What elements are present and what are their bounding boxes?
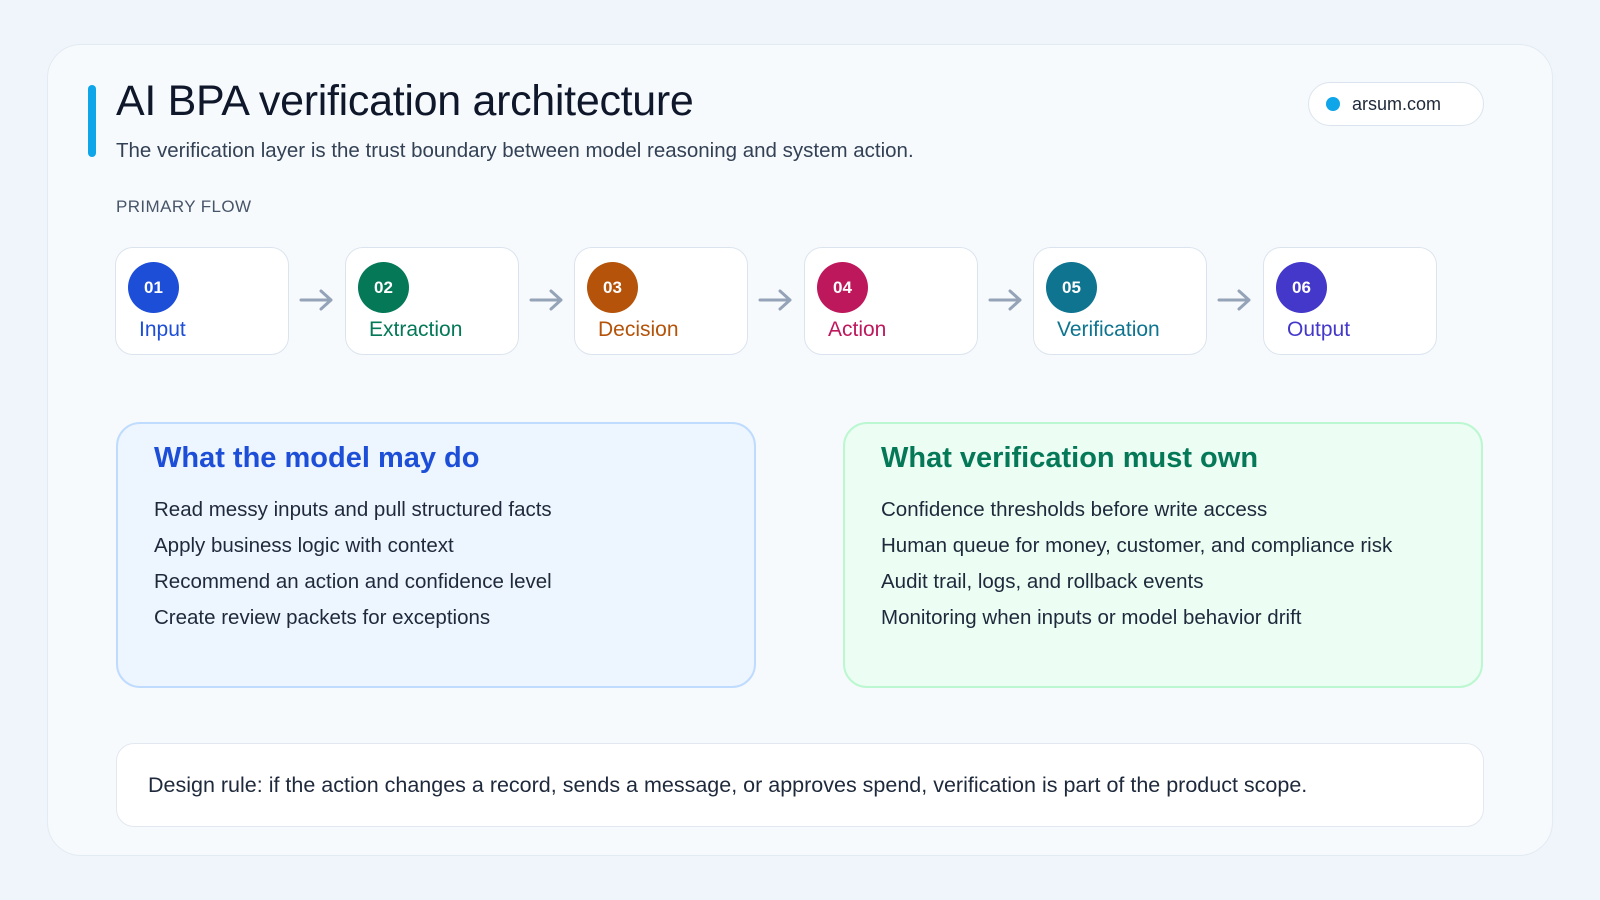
flow-arrow-icon bbox=[758, 289, 792, 311]
design-rule-callout: Design rule: if the action changes a rec… bbox=[116, 743, 1484, 827]
flow-step-output: 06 Output bbox=[1263, 247, 1437, 355]
list-item: Monitoring when inputs or model behavior… bbox=[881, 606, 1302, 629]
site-badge[interactable]: arsum.com bbox=[1308, 82, 1484, 126]
step-label: Input bbox=[139, 318, 186, 341]
site-label: arsum.com bbox=[1352, 93, 1442, 114]
list-item: Read messy inputs and pull structured fa… bbox=[154, 498, 552, 521]
site-dot-icon bbox=[1326, 97, 1340, 111]
page-title: AI BPA verification architecture bbox=[116, 77, 694, 125]
step-label: Action bbox=[828, 318, 887, 341]
list-item: Create review packets for exceptions bbox=[154, 606, 491, 629]
flow-step-action: 04 Action bbox=[804, 247, 978, 355]
page-subtitle: The verification layer is the trust boun… bbox=[116, 139, 914, 162]
model-capabilities-panel: What the model may do Read messy inputs … bbox=[116, 422, 756, 688]
design-rule-text: Design rule: if the action changes a rec… bbox=[148, 772, 1308, 797]
step-label: Verification bbox=[1057, 318, 1160, 341]
model-capabilities-list: Read messy inputs and pull structured fa… bbox=[154, 492, 552, 636]
flow-arrow-icon bbox=[1217, 289, 1251, 311]
step-number-badge: 06 bbox=[1276, 262, 1327, 313]
title-accent-bar bbox=[88, 85, 96, 157]
step-number-badge: 02 bbox=[358, 262, 409, 313]
verification-responsibilities-list: Confidence thresholds before write acces… bbox=[881, 492, 1392, 636]
flow-step-decision: 03 Decision bbox=[574, 247, 748, 355]
step-label: Decision bbox=[598, 318, 679, 341]
step-number-badge: 03 bbox=[587, 262, 638, 313]
flow-step-extraction: 02 Extraction bbox=[345, 247, 519, 355]
list-item: Audit trail, logs, and rollback events bbox=[881, 570, 1204, 593]
primary-flow-label: PRIMARY FLOW bbox=[116, 197, 252, 216]
verification-panel-title: What verification must own bbox=[881, 442, 1259, 474]
model-panel-title: What the model may do bbox=[154, 442, 480, 474]
list-item: Apply business logic with context bbox=[154, 534, 454, 557]
list-item: Recommend an action and confidence level bbox=[154, 570, 552, 593]
list-item: Confidence thresholds before write acces… bbox=[881, 498, 1268, 521]
step-label: Extraction bbox=[369, 318, 463, 341]
list-item: Human queue for money, customer, and com… bbox=[881, 534, 1393, 557]
step-number-badge: 01 bbox=[128, 262, 179, 313]
flow-step-verification: 05 Verification bbox=[1033, 247, 1207, 355]
flow-step-input: 01 Input bbox=[115, 247, 289, 355]
step-number-badge: 05 bbox=[1046, 262, 1097, 313]
architecture-card: AI BPA verification architecture The ver… bbox=[47, 44, 1553, 856]
verification-responsibilities-panel: What verification must own Confidence th… bbox=[843, 422, 1483, 688]
step-number-badge: 04 bbox=[817, 262, 868, 313]
step-label: Output bbox=[1287, 318, 1351, 341]
flow-arrow-icon bbox=[988, 289, 1022, 311]
flow-arrow-icon bbox=[299, 289, 333, 311]
flow-arrow-icon bbox=[529, 289, 563, 311]
